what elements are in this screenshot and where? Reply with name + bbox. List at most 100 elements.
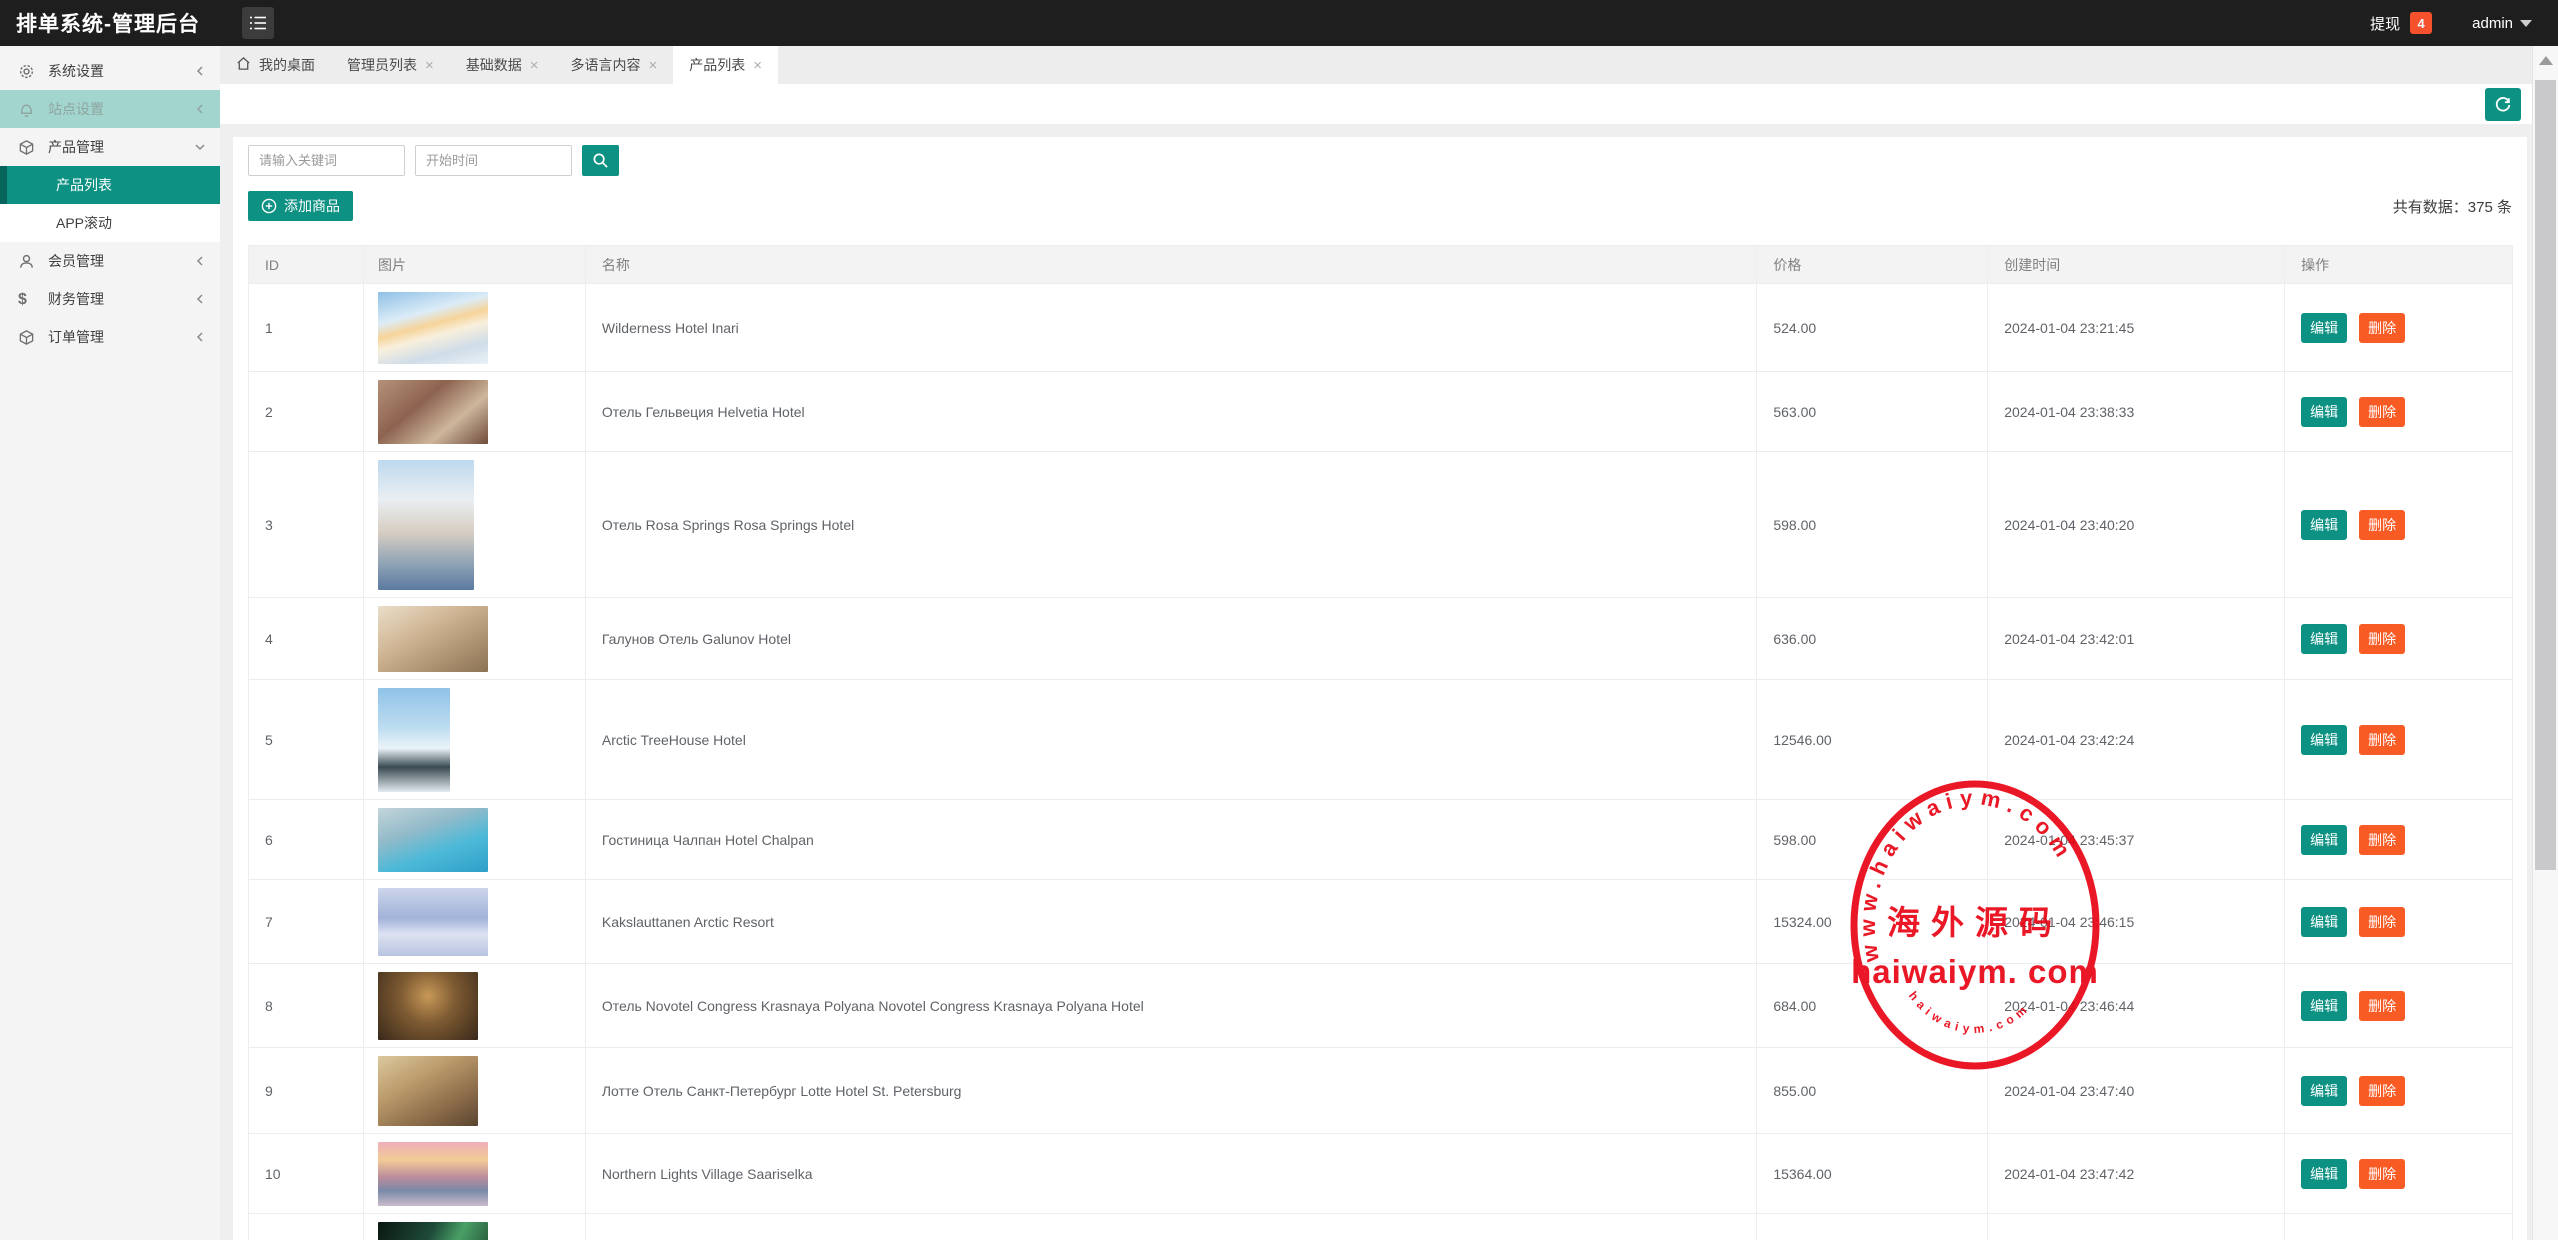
add-product-button[interactable]: 添加商品 (248, 191, 353, 221)
sidebar-item-2[interactable]: 产品管理 (0, 128, 220, 166)
divider (220, 124, 2532, 137)
tab-close-icon[interactable]: × (530, 58, 539, 73)
tab-item-2[interactable]: 基础数据 × (450, 46, 555, 84)
cell-operations (2285, 1214, 2512, 1240)
search-row (248, 144, 2512, 176)
cell-id: 4 (249, 598, 364, 679)
cell-price: 636.00 (1757, 598, 1988, 679)
admin-menu[interactable]: admin (2472, 15, 2532, 32)
scrollbar-up-arrow-icon[interactable] (2539, 56, 2553, 65)
delete-button[interactable]: 删除 (2359, 825, 2405, 855)
cell-name: Kakslauttanen Arctic Resort (586, 880, 1757, 963)
cell-image (364, 452, 586, 597)
sidebar-subitem[interactable]: 产品列表 (0, 166, 220, 204)
sidebar-item-5[interactable]: 订单管理 (0, 318, 220, 356)
cell-id: 5 (249, 680, 364, 799)
delete-button[interactable]: 删除 (2359, 725, 2405, 755)
table-row: 7 Kakslauttanen Arctic Resort 15324.00 2… (249, 879, 2512, 963)
cell-image (364, 284, 586, 371)
delete-button[interactable]: 删除 (2359, 907, 2405, 937)
chevron-left-icon (194, 255, 206, 267)
cell-price: 12546.00 (1757, 680, 1988, 799)
product-thumbnail (378, 460, 474, 590)
delete-button[interactable]: 删除 (2359, 397, 2405, 427)
cell-name: Галунов Отель Galunov Hotel (586, 598, 1757, 679)
column-header-5: 操作 (2285, 246, 2512, 283)
add-product-label: 添加商品 (284, 196, 340, 216)
cell-created (1988, 1214, 2285, 1240)
edit-button[interactable]: 编辑 (2301, 624, 2347, 654)
cell-id: 7 (249, 880, 364, 963)
start-time-input[interactable] (415, 145, 572, 176)
sidebar-subitem[interactable]: APP滚动 (0, 204, 220, 242)
edit-button[interactable]: 编辑 (2301, 1159, 2347, 1189)
delete-button[interactable]: 删除 (2359, 624, 2405, 654)
table-row: 8 Отель Novotel Congress Krasnaya Polyan… (249, 963, 2512, 1047)
edit-button[interactable]: 编辑 (2301, 313, 2347, 343)
sidebar-item-1[interactable]: 站点设置 (0, 90, 220, 128)
cell-name: Arctic TreeHouse Hotel (586, 680, 1757, 799)
main-panel: 添加商品 共有数据：375 条 ID图片名称价格创建时间操作 1 Wildern… (233, 137, 2527, 1240)
sidebar-item-4[interactable]: $ 财务管理 (0, 280, 220, 318)
cube-icon (18, 139, 35, 156)
cell-image (364, 1214, 586, 1240)
sidebar-item-label: 财务管理 (48, 289, 104, 309)
cell-operations: 编辑 删除 (2285, 284, 2512, 371)
edit-button[interactable]: 编辑 (2301, 825, 2347, 855)
cell-id: 1 (249, 284, 364, 371)
cell-price (1757, 1214, 1988, 1240)
edit-button[interactable]: 编辑 (2301, 510, 2347, 540)
edit-button[interactable]: 编辑 (2301, 907, 2347, 937)
delete-button[interactable]: 删除 (2359, 510, 2405, 540)
cell-name: Wilderness Hotel Inari (586, 284, 1757, 371)
sidebar-subitem-label: APP滚动 (56, 213, 112, 233)
app-body: 系统设置 站点设置 产品管理 产品列表 APP滚动 会员管理 (0, 46, 2558, 1240)
product-thumbnail (378, 808, 488, 872)
delete-button[interactable]: 删除 (2359, 1159, 2405, 1189)
tab-item-4[interactable]: 产品列表 × (673, 46, 778, 84)
cell-created: 2024-01-04 23:45:37 (1988, 800, 2285, 879)
tab-item-3[interactable]: 多语言内容 × (555, 46, 674, 84)
edit-button[interactable]: 编辑 (2301, 397, 2347, 427)
tab-close-icon[interactable]: × (753, 58, 762, 73)
sidebar-item-0[interactable]: 系统设置 (0, 52, 220, 90)
cell-image (364, 680, 586, 799)
keyword-input[interactable] (248, 145, 405, 176)
topbar: 排单系统-管理后台 提现 4 admin (0, 0, 2558, 46)
cell-operations: 编辑 删除 (2285, 452, 2512, 597)
tab-close-icon[interactable]: × (425, 58, 434, 73)
cell-operations: 编辑 删除 (2285, 800, 2512, 879)
tab-label: 基础数据 (466, 55, 522, 75)
column-header-4: 创建时间 (1988, 246, 2285, 283)
delete-button[interactable]: 删除 (2359, 313, 2405, 343)
sidebar-item-label: 订单管理 (48, 327, 104, 347)
table-row: 5 Arctic TreeHouse Hotel 12546.00 2024-0… (249, 679, 2512, 799)
sidebar: 系统设置 站点设置 产品管理 产品列表 APP滚动 会员管理 (0, 46, 220, 1240)
edit-button[interactable]: 编辑 (2301, 991, 2347, 1021)
tab-close-icon[interactable]: × (649, 58, 658, 73)
cell-id: 10 (249, 1134, 364, 1213)
tab-item-1[interactable]: 管理员列表 × (331, 46, 450, 84)
cell-created: 2024-01-04 23:42:01 (1988, 598, 2285, 679)
cell-image (364, 372, 586, 451)
tab-home[interactable]: 我的桌面 (220, 46, 331, 84)
edit-button[interactable]: 编辑 (2301, 1076, 2347, 1106)
chevron-left-icon (194, 65, 206, 77)
column-header-3: 价格 (1757, 246, 1988, 283)
scrollbar-thumb[interactable] (2535, 80, 2556, 870)
edit-button[interactable]: 编辑 (2301, 725, 2347, 755)
delete-button[interactable]: 删除 (2359, 1076, 2405, 1106)
withdraw-link[interactable]: 提现 (2370, 13, 2400, 34)
hamburger-menu-icon[interactable] (242, 7, 274, 39)
gear-icon (18, 63, 35, 80)
cell-id: 9 (249, 1048, 364, 1133)
chevron-left-icon (194, 103, 206, 115)
vertical-scrollbar[interactable] (2532, 46, 2558, 1240)
withdraw-count-badge: 4 (2410, 12, 2432, 34)
refresh-button[interactable] (2485, 88, 2521, 121)
cell-created: 2024-01-04 23:46:15 (1988, 880, 2285, 963)
delete-button[interactable]: 删除 (2359, 991, 2405, 1021)
cell-operations: 编辑 删除 (2285, 680, 2512, 799)
search-button[interactable] (582, 145, 619, 176)
sidebar-item-3[interactable]: 会员管理 (0, 242, 220, 280)
